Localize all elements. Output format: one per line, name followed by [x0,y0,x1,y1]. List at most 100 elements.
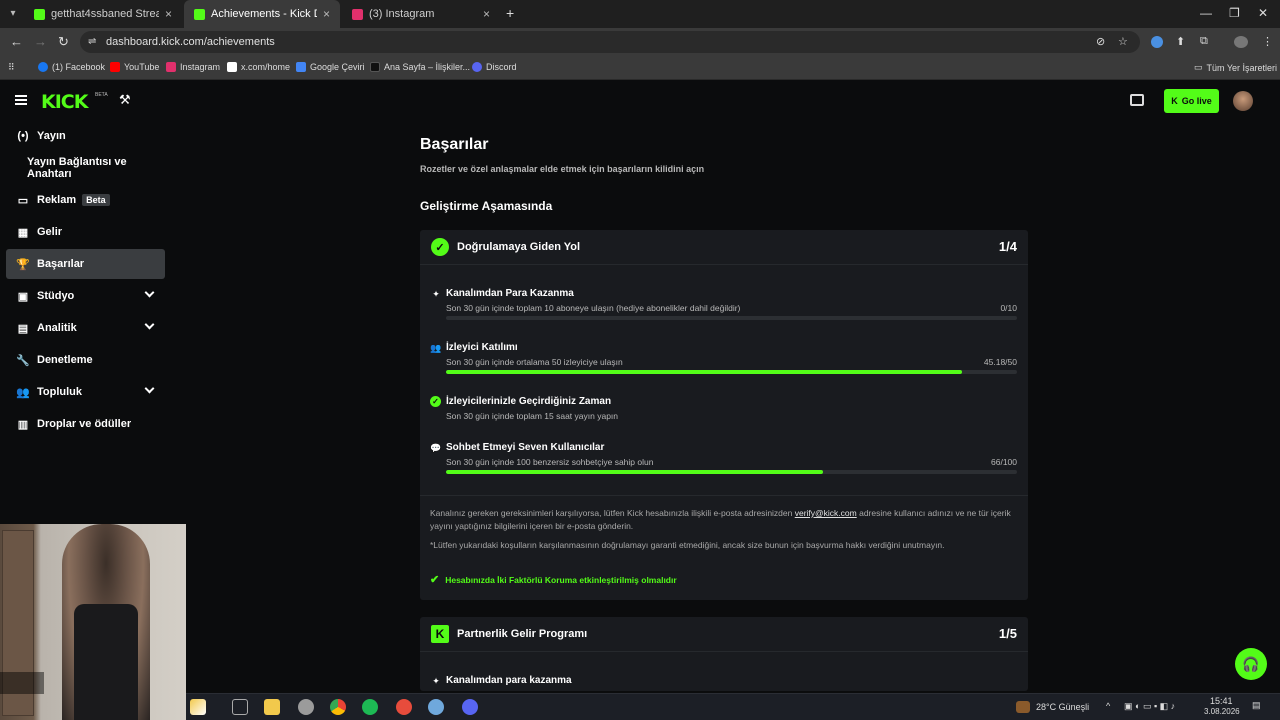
settings-icon[interactable] [428,699,444,715]
extensions-puzzle-icon[interactable]: ⧉ [1200,35,1208,48]
chevron-down-icon[interactable] [144,383,155,394]
forward-icon[interactable]: → [34,34,47,49]
check-icon: ✔ [430,574,440,586]
tab-search-icon[interactable]: ▾ [4,4,22,22]
bookmark-label: (1) Facebook [52,62,106,72]
chat-icon: 💬 [430,443,442,453]
sidebar-item-droplar[interactable]: ▥ Droplar ve ödüller [6,409,165,439]
close-window-icon[interactable]: ✕ [1258,6,1268,20]
sparkle-icon: ✦ [432,289,440,299]
sidebar-item-denetleme[interactable]: 🔧 Denetleme [6,345,165,375]
main-content: Başarılar Rozetler ve özel anlaşmalar el… [420,121,1028,691]
card-header[interactable]: K Partnerlik Gelir Programı 1/5 [420,617,1028,651]
instagram-icon [166,62,176,72]
tab-kick-stream[interactable]: getthat4ssbaned Stream - Kick × [24,0,182,28]
sidebar-item-gelir[interactable]: ▦ Gelir [6,217,165,247]
site-info-icon[interactable]: ⇌ [88,36,96,47]
verification-note: Kanalınız gereken gereksinimleri karşılı… [430,507,1020,533]
menu-icon[interactable] [15,95,27,105]
all-bookmarks[interactable]: ▭ Tüm Yer İşaretleri [1194,62,1277,73]
file-explorer-icon[interactable] [264,699,280,715]
progress-bar [446,316,1017,320]
bookmark-youtube[interactable]: YouTube [110,62,159,72]
divider [420,651,1028,652]
sidebar-item-label: Yayın [37,130,66,142]
verified-check-icon: ✓ [431,238,449,256]
tab-achievements[interactable]: Achievements - Kick Dashboard × [184,0,340,28]
tab-close-icon[interactable]: × [323,7,330,21]
reload-icon[interactable]: ↻ [58,34,69,50]
tray-icons[interactable]: ▣ ◐ ▭ ▪ ◧ ♪ [1124,701,1175,712]
bookmark-instagram[interactable]: Instagram [166,62,220,72]
bookmark-discord[interactable]: Discord [472,62,517,72]
chevron-down-icon[interactable] [144,319,155,330]
avatar[interactable] [1233,91,1253,111]
sidebar-item-yayin[interactable]: (•) Yayın [6,121,165,151]
address-bar[interactable]: ⇌ dashboard.kick.com/achievements [80,31,1140,53]
app-icon[interactable] [298,699,314,715]
windows-taskbar: 28°C Güneşli ^ ▣ ◐ ▭ ▪ ◧ ♪ 15:41 3.08.20… [186,693,1280,720]
menu-kebab-icon[interactable]: ⋮ [1262,35,1273,48]
notifications-icon[interactable]: ▤ [1252,700,1261,711]
sidebar-item-label: Gelir [37,226,63,238]
bookmark-ana-sayfa[interactable]: Ana Sayfa – İlişkiler... [370,62,470,72]
sidebar-item-basarilar[interactable]: 🏆 Başarılar [6,249,165,279]
star-icon[interactable]: ☆ [1118,35,1128,48]
bookmark-label: Ana Sayfa – İlişkiler... [384,62,471,72]
achievement-row: ✓ İzleyicilerinizle Geçirdiğiniz Zaman S… [420,394,1028,436]
tab-instagram[interactable]: (3) Instagram × [342,0,500,28]
tab-title: Achievements - Kick Dashboard [211,8,317,20]
facebook-icon [38,62,48,72]
spotify-icon[interactable] [362,699,378,715]
clock-date[interactable]: 3.08.2026 [1204,707,1240,716]
new-tab-button[interactable]: + [506,5,514,21]
streamer-mode-icon[interactable] [1130,94,1144,106]
bookmark-label: YouTube [124,62,160,72]
webcam-person-shirt [74,604,138,720]
browser-tab-bar: ▾ getthat4ssbaned Stream - Kick × Achiev… [0,0,1280,28]
apps-icon[interactable]: ⠿ [8,62,15,73]
support-chat-button[interactable]: 🎧 [1235,648,1267,680]
sidebar-item-label: Reklam [37,194,77,206]
task-view-icon[interactable] [232,699,248,715]
sidebar-item-label: Yayın Bağlantısı ve Anahtarı [27,156,127,180]
obs-icon[interactable] [396,699,412,715]
tray-chevron-up-icon[interactable]: ^ [1106,701,1110,711]
bookmark-google-translate[interactable]: Google Çeviri [296,62,365,72]
extension-icon[interactable]: ⬆ [1176,35,1185,48]
sidebar-item-studyo[interactable]: ▣ Stüdyo [6,281,165,311]
back-icon[interactable]: ← [10,34,23,49]
extension-icon[interactable] [1151,36,1163,48]
card-title: Partnerlik Gelir Programı [457,628,588,640]
weather-text[interactable]: 28°C Güneşli [1036,702,1089,712]
analytics-icon: ▤ [17,322,29,335]
kick-logo[interactable]: KICK [41,91,88,113]
page-title: Başarılar [420,136,489,153]
verify-email-link[interactable]: verify@kick.com [795,508,857,518]
eye-off-icon[interactable]: ⊘ [1096,35,1105,48]
chevron-down-icon[interactable] [144,287,155,298]
profile-icon[interactable] [1234,36,1248,48]
bookmark-x[interactable]: x.com/home [227,62,290,72]
hammer-icon[interactable]: ⚒ [119,92,131,108]
clock-time[interactable]: 15:41 [1210,696,1233,706]
sidebar-item-topluluk[interactable]: 👥 Topluluk [6,377,165,407]
achievement-card-partner: K Partnerlik Gelir Programı 1/5 ✦ Kanalı… [420,617,1028,691]
sidebar-item-label: Analitik [37,322,77,334]
go-live-button[interactable]: K Go live [1164,89,1219,113]
broadcast-icon: (•) [17,130,29,142]
discord-icon[interactable] [462,699,478,715]
sidebar-item-stream-key[interactable]: Yayın Bağlantısı ve Anahtarı [6,153,165,183]
card-progress: 1/4 [998,239,1017,254]
minimize-icon[interactable]: — [1200,6,1212,20]
card-header[interactable]: ✓ Doğrulamaya Giden Yol 1/4 [420,230,1028,264]
bookmark-facebook[interactable]: (1) Facebook [38,62,105,72]
tab-close-icon[interactable]: × [165,7,172,21]
tab-close-icon[interactable]: × [483,7,490,21]
sidebar-item-analitik[interactable]: ▤ Analitik [6,313,165,343]
restore-icon[interactable]: ❐ [1229,6,1240,20]
widgets-icon[interactable] [190,699,206,715]
two-factor-label: Hesabınızda İki Faktörlü Koruma etkinleş… [445,574,677,585]
chrome-icon[interactable] [330,699,346,715]
sidebar-item-reklam[interactable]: ▭ Reklam Beta [6,185,165,215]
